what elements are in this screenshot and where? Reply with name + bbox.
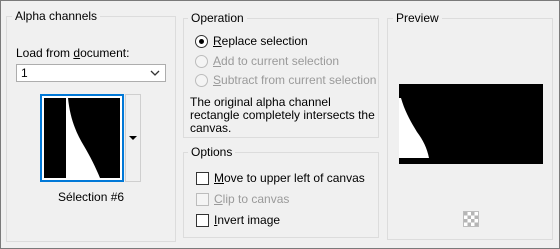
selection-dropdown-button[interactable] bbox=[125, 94, 141, 182]
options-title: Options bbox=[188, 145, 236, 159]
alpha-channels-title: Alpha channels bbox=[12, 9, 101, 23]
move-to-upper-left-checkbox[interactable]: Move to upper left of canvas bbox=[196, 171, 365, 185]
load-from-document-label: Load from document: bbox=[16, 46, 130, 60]
checkbox-icon bbox=[196, 213, 209, 227]
checkbox-icon bbox=[196, 192, 209, 206]
radio-icon bbox=[195, 73, 208, 87]
clip-to-canvas-checkbox[interactable]: Clip to canvas bbox=[196, 192, 289, 206]
checkerboard-icon bbox=[464, 212, 478, 226]
invert-image-label: Invert image bbox=[214, 213, 281, 227]
add-to-selection-label: Add to current selection bbox=[213, 54, 340, 68]
checkbox-icon bbox=[196, 171, 209, 185]
selection-name: Sélection #6 bbox=[58, 190, 125, 204]
replace-selection-radio[interactable]: Replace selection bbox=[195, 34, 308, 48]
invert-image-checkbox[interactable]: Invert image bbox=[196, 213, 280, 227]
radio-icon bbox=[195, 54, 208, 68]
description-line: canvas. bbox=[190, 121, 232, 135]
move-to-upper-left-label: Move to upper left of canvas bbox=[214, 171, 365, 185]
document-select[interactable]: 1 bbox=[16, 64, 166, 82]
subtract-from-selection-label: Subtract from current selection bbox=[213, 73, 377, 87]
alpha-channel-preview-image bbox=[44, 98, 120, 178]
preview-canvas bbox=[399, 84, 543, 164]
add-to-selection-radio[interactable]: Add to current selection bbox=[195, 54, 339, 68]
triangle-down-icon bbox=[129, 136, 137, 140]
replace-selection-label: Replace selection bbox=[213, 34, 308, 48]
preview-toggle-button[interactable] bbox=[463, 211, 479, 227]
preview-title: Preview bbox=[393, 11, 442, 25]
selection-thumbnail[interactable] bbox=[40, 94, 124, 182]
document-select-value: 1 bbox=[21, 66, 28, 80]
subtract-from-selection-radio[interactable]: Subtract from current selection bbox=[195, 73, 376, 87]
radio-selected-icon bbox=[195, 34, 208, 48]
chevron-down-icon bbox=[150, 70, 160, 76]
clip-to-canvas-label: Clip to canvas bbox=[214, 192, 290, 206]
operation-description: The original alpha channel rectangle com… bbox=[190, 96, 375, 135]
operation-title: Operation bbox=[188, 11, 247, 25]
